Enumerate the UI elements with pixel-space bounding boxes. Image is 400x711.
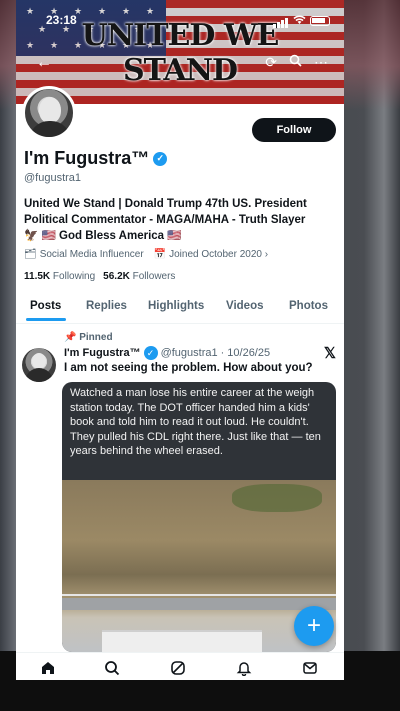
status-icons <box>273 14 330 28</box>
profile-nav: ← ⟳ ⋯ <box>16 54 344 74</box>
pin-icon: 📌 <box>64 332 77 343</box>
tab-highlights[interactable]: Highlights <box>148 300 204 312</box>
compose-button[interactable]: + <box>294 606 334 646</box>
home-icon[interactable] <box>36 657 60 679</box>
wifi-icon <box>293 14 306 28</box>
grok-icon[interactable] <box>166 657 190 679</box>
post-avatar[interactable] <box>22 348 56 382</box>
profile-screen: ★★ ★★ ★★ ★★ ★★ ★ ★★ ★★ ★★ UNITED WE STAN… <box>16 0 344 680</box>
more-icon[interactable]: ⋯ <box>314 54 328 71</box>
status-time: 23:18 <box>46 13 77 27</box>
following-link[interactable]: 11.5K Following <box>24 271 95 282</box>
followers-link[interactable]: 56.2K Followers <box>103 271 175 282</box>
media-caption: Watched a man lose his entire career at … <box>70 387 321 458</box>
chevron-right-icon: › <box>261 249 269 260</box>
profile-handle: @fugustra1 <box>24 172 82 184</box>
search-icon[interactable] <box>100 657 124 679</box>
tabs-divider <box>16 323 344 324</box>
follow-counts: 11.5K Following 56.2K Followers <box>24 271 175 282</box>
verified-badge-icon: ✓ <box>143 346 158 360</box>
tab-photos[interactable]: Photos <box>289 300 328 312</box>
category-item[interactable]: 🗂 Social Media Influencer <box>24 249 144 260</box>
verified-badge-icon[interactable]: ✓ <box>153 151 168 166</box>
post-date[interactable]: 10/26/25 <box>227 347 270 359</box>
post-text: I am not seeing the problem. How about y… <box>64 362 313 374</box>
bio-line: United We Stand | Donald Trump 47th US. … <box>24 198 307 210</box>
profile-display-name: I'm Fugustra™ ✓ <box>24 148 168 169</box>
post-header: I'm Fugustra™ ✓ @fugustra1 · 10/26/25 <box>64 346 270 360</box>
joined-item[interactable]: 📅 Joined October 2020 › <box>154 249 268 260</box>
calendar-icon: 📅 <box>153 249 167 260</box>
active-tab-indicator <box>26 318 66 321</box>
battery-icon <box>310 16 330 26</box>
profile-nav-actions: ⟳ ⋯ <box>265 54 328 71</box>
bio-line: Political Commentator - MAGA/MAHA - Trut… <box>24 214 306 226</box>
header-banner: ★★ ★★ ★★ ★★ ★★ ★ ★★ ★★ ★★ UNITED WE STAN… <box>16 0 344 104</box>
x-logo-icon: 𝕏 <box>323 345 336 362</box>
separator-dot: · <box>220 347 225 359</box>
follow-button[interactable]: Follow <box>252 118 336 142</box>
search-icon[interactable] <box>289 54 302 71</box>
tab-posts[interactable]: Posts <box>30 300 61 312</box>
post-media[interactable]: Watched a man lose his entire career at … <box>62 382 336 652</box>
notifications-icon[interactable] <box>232 657 256 679</box>
truck-image <box>102 630 262 652</box>
post-author-handle[interactable]: @fugustra1 <box>161 347 218 359</box>
profile-bio: United We Stand | Donald Trump 47th US. … <box>24 196 336 244</box>
messages-icon[interactable] <box>298 657 322 679</box>
bio-line: 🦅 🇺🇸 God Bless America 🇺🇸 <box>24 230 182 242</box>
tab-videos[interactable]: Videos <box>226 300 264 312</box>
signal-icon <box>273 14 289 28</box>
profile-avatar[interactable] <box>22 86 76 140</box>
back-arrow-icon[interactable]: ← <box>36 54 52 72</box>
refresh-icon[interactable]: ⟳ <box>265 54 277 71</box>
bottom-nav <box>16 652 344 680</box>
briefcase-icon: 🗂 <box>24 249 37 260</box>
status-bar: 23:18 <box>16 13 344 33</box>
display-name-text: I'm Fugustra™ <box>24 148 150 168</box>
post-author-name[interactable]: I'm Fugustra™ <box>64 347 141 359</box>
pinned-label: 📌 Pinned <box>64 332 113 343</box>
profile-meta: 🗂 Social Media Influencer 📅 Joined October… <box>24 249 268 260</box>
tab-replies[interactable]: Replies <box>86 300 127 312</box>
